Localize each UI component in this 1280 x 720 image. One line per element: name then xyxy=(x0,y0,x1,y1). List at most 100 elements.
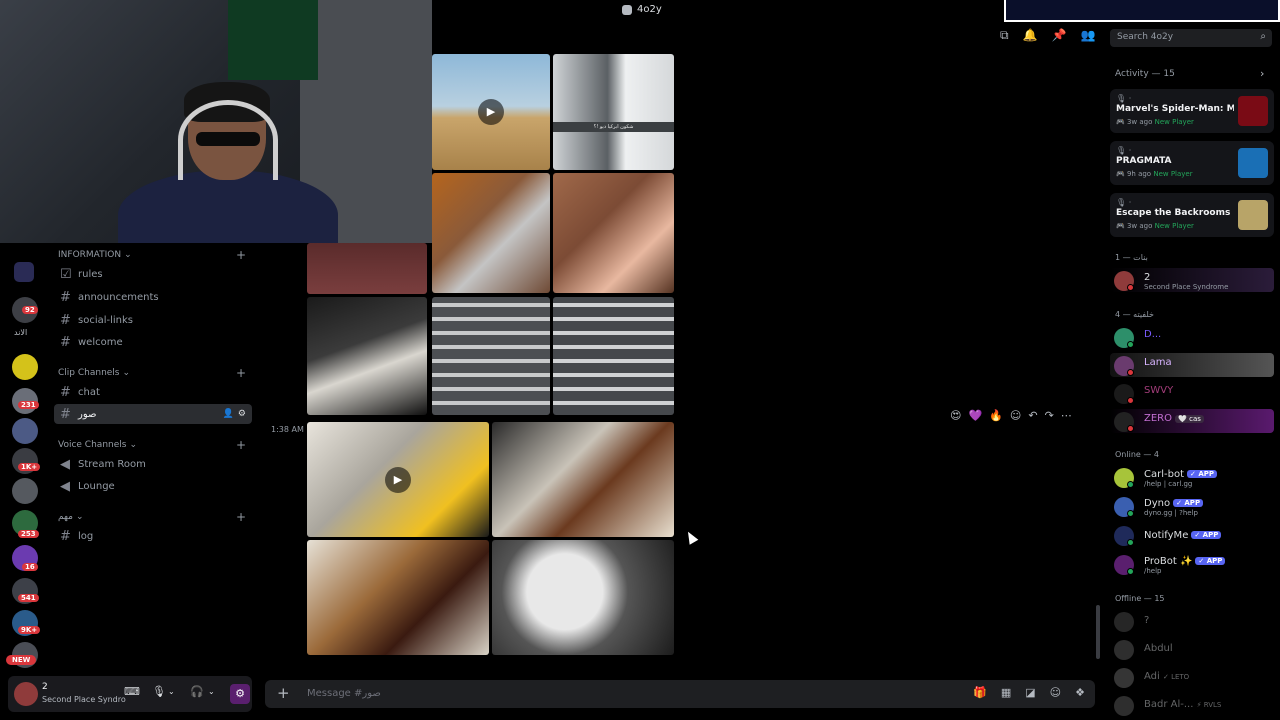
member-item[interactable]: ZERO 🤍 cas xyxy=(1110,409,1274,433)
server-icon[interactable] xyxy=(12,354,38,380)
image-tile-partial[interactable] xyxy=(307,243,427,294)
members-icon[interactable]: 👥 xyxy=(1080,28,1095,43)
member-item[interactable]: ? xyxy=(1110,609,1274,633)
bell-icon[interactable]: 🔔 xyxy=(1023,28,1038,43)
member-item[interactable]: Lama xyxy=(1110,353,1274,377)
channel-welcome[interactable]: # welcome xyxy=(54,332,252,352)
search-input[interactable]: Search 4o2y ⌕ xyxy=(1110,29,1272,47)
sticker-icon[interactable]: ◪ xyxy=(1025,686,1035,699)
chevron-right-icon[interactable]: › xyxy=(1260,67,1264,80)
fire-reaction-icon[interactable]: 🔥 xyxy=(989,409,1003,422)
activity-card[interactable]: 🎙 · Escape the Backrooms 🎮 3w ago New Pl… xyxy=(1110,193,1274,237)
pin-icon[interactable]: 📌 xyxy=(1052,28,1067,43)
member-item[interactable]: Carl-bot ✓ APP /help | carl.gg xyxy=(1110,465,1274,489)
member-name: Abdul xyxy=(1144,643,1173,654)
channel-rules[interactable]: ☑ rules xyxy=(54,264,252,284)
category-information[interactable]: INFORMATION ⌄ xyxy=(58,250,132,260)
add-channel-icon[interactable]: + xyxy=(236,510,246,524)
channel-chat[interactable]: # chat xyxy=(54,382,252,402)
gear-icon[interactable]: ⚙ xyxy=(230,684,250,704)
add-channel-icon[interactable]: + xyxy=(236,438,246,452)
add-reaction-icon[interactable]: ☺ xyxy=(1010,409,1021,422)
image-tile-coffee-machine[interactable] xyxy=(432,173,550,293)
category-important[interactable]: مهم ⌄ xyxy=(58,512,84,522)
voice-channel-stream-room[interactable]: ◀ Stream Room xyxy=(54,454,252,474)
dm-icon[interactable] xyxy=(14,262,34,282)
member-item[interactable]: Dyno ✓ APP dyno.gg | ?help xyxy=(1110,494,1274,518)
member-item[interactable]: ProBot ✨ ✓ APP /help xyxy=(1110,552,1274,576)
category-clip-channels[interactable]: Clip Channels ⌄ xyxy=(58,368,130,378)
new-badge[interactable]: NEW xyxy=(6,655,37,665)
activity-header: Activity — 15 xyxy=(1115,69,1175,79)
channel-label: welcome xyxy=(78,336,123,348)
gift-icon[interactable]: 🎁 xyxy=(973,686,987,699)
image-tile-dog[interactable] xyxy=(492,540,674,655)
channel-label: rules xyxy=(78,268,103,280)
play-icon[interactable]: ▶ xyxy=(478,99,504,125)
member-item[interactable]: Badr Al-... ⚡ RVLS xyxy=(1110,693,1274,717)
channel-label: social-links xyxy=(78,314,134,326)
image-tile-mall[interactable] xyxy=(432,297,550,415)
activity-card[interactable]: 🎙 · Marvel's Spider-Man: Mile... 🎮 3w ag… xyxy=(1110,89,1274,133)
activity-tag: New Player xyxy=(1154,118,1194,126)
game-art-icon xyxy=(1238,200,1268,230)
category-voice-channels[interactable]: Voice Channels ⌄ xyxy=(58,440,137,450)
chevron-down-icon[interactable]: ⌄ xyxy=(208,687,215,696)
threads-icon[interactable]: ⧉ xyxy=(1000,28,1009,43)
image-tile-mall-2[interactable] xyxy=(553,297,674,415)
member-item[interactable]: Adi ✓ LETO xyxy=(1110,665,1274,689)
reply-icon[interactable]: ↶ xyxy=(1028,409,1037,422)
channel-announcements[interactable]: # announcements xyxy=(54,287,252,307)
play-icon[interactable]: ▶ xyxy=(385,467,411,493)
image-tile-laverne-bags[interactable]: ▶ xyxy=(307,422,489,537)
gear-icon[interactable]: ⚙ xyxy=(238,409,246,419)
channel-label: log xyxy=(78,530,94,542)
invite-icon[interactable]: 👤 xyxy=(223,409,234,419)
member-item[interactable]: D... xyxy=(1110,325,1274,349)
purple-heart-reaction-icon[interactable]: 💜 xyxy=(968,409,982,422)
speaker-icon: ◀ xyxy=(60,478,70,494)
member-item[interactable]: SWVY xyxy=(1110,381,1274,405)
more-icon[interactable]: ⋯ xyxy=(1061,409,1072,422)
member-item[interactable]: Abdul xyxy=(1110,637,1274,661)
avatar[interactable] xyxy=(14,682,38,706)
emoji-icon[interactable]: ☺ xyxy=(1050,686,1061,699)
app-badge: ✓ APP xyxy=(1173,499,1204,507)
image-tile-drink[interactable] xyxy=(492,422,674,537)
channel-label: Stream Room xyxy=(78,458,146,470)
image-tile-pastries[interactable] xyxy=(307,540,489,655)
chevron-down-icon[interactable]: ⌄ xyxy=(168,687,175,696)
microphone-icon[interactable]: 🎙 xyxy=(152,685,166,698)
channel-active[interactable]: # صور 👤 ⚙ xyxy=(54,404,252,424)
server-text-label[interactable]: الاند xyxy=(14,328,27,337)
gif-icon[interactable]: ▦ xyxy=(1001,686,1011,699)
member-item[interactable]: NotifyMe ✓ APP xyxy=(1110,523,1274,547)
forward-icon[interactable]: ↷ xyxy=(1045,409,1054,422)
app-badge: ✓ APP xyxy=(1195,557,1226,565)
image-tile-selfie[interactable] xyxy=(553,173,674,293)
member-name: Badr Al-... ⚡ RVLS xyxy=(1144,699,1221,710)
message-composer[interactable]: + Message #صور 🎁 ▦ ◪ ☺ ❖ xyxy=(265,680,1095,708)
image-tile-book[interactable] xyxy=(307,297,427,415)
add-channel-icon[interactable]: + xyxy=(236,248,246,262)
channel-log[interactable]: # log xyxy=(54,526,252,546)
server-icon[interactable] xyxy=(12,478,38,504)
add-channel-icon[interactable]: + xyxy=(236,366,246,380)
heart-eyes-reaction-icon[interactable]: 😍 xyxy=(950,409,961,422)
member-item[interactable]: 2 Second Place Syndrome xyxy=(1110,268,1274,292)
stream-overlay-box xyxy=(1004,0,1280,22)
server-icon[interactable] xyxy=(12,418,38,444)
category-label: INFORMATION xyxy=(58,250,122,260)
image-tile-desert[interactable]: ▶ xyxy=(432,54,550,170)
member-name-text: Carl-bot xyxy=(1144,469,1184,480)
image-tile-mist[interactable]: شكون ابركيا ديو !؟ xyxy=(553,54,674,170)
gamepad-icon[interactable]: ⌨ xyxy=(124,685,140,698)
activity-card[interactable]: 🎙 · PRAGMATA 🎮 9h ago New Player xyxy=(1110,141,1274,185)
apps-icon[interactable]: ❖ xyxy=(1075,686,1085,699)
avatar xyxy=(1114,668,1134,688)
headphones-icon[interactable]: 🎧 xyxy=(190,685,204,698)
channel-social-links[interactable]: # social-links xyxy=(54,310,252,330)
add-attachment-icon[interactable]: + xyxy=(277,684,290,702)
voice-channel-lounge[interactable]: ◀ Lounge xyxy=(54,476,252,496)
chat-scrollbar[interactable] xyxy=(1096,605,1100,659)
